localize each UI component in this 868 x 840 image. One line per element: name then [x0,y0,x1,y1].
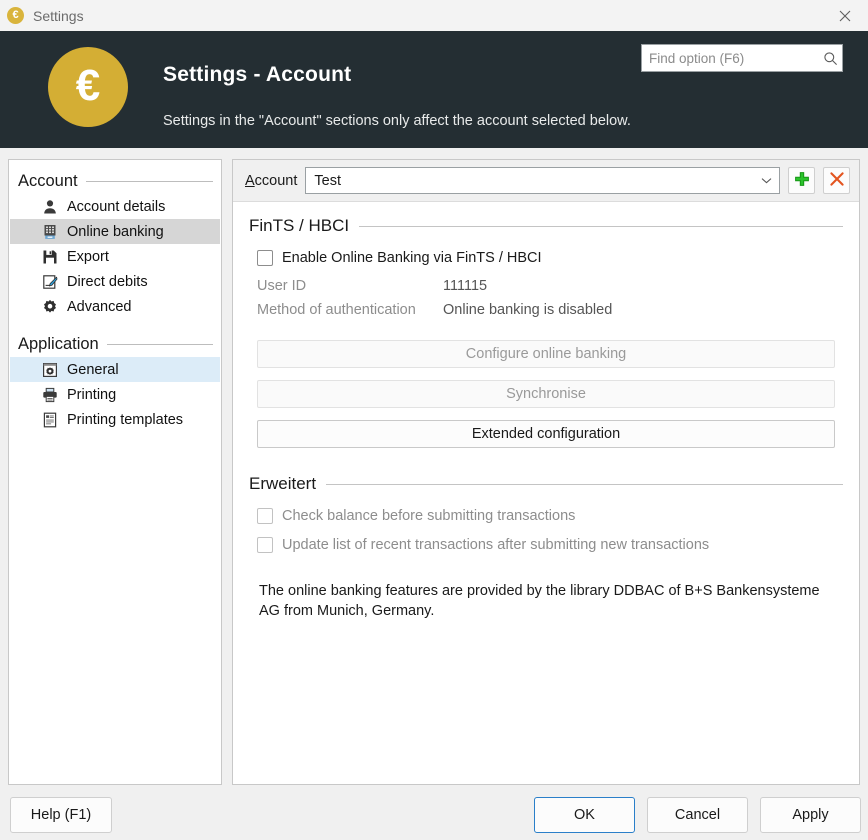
divider [106,343,213,345]
cancel-button[interactable]: Cancel [647,797,748,833]
account-dropdown-value: Test [314,172,341,189]
window-title: Settings [33,7,84,24]
search-input[interactable] [642,45,818,71]
synchronise-button[interactable]: Synchronise [257,380,835,408]
configure-online-banking-button[interactable]: Configure online banking [257,340,835,368]
enable-online-banking-row[interactable]: Enable Online Banking via FinTS / HBCI [249,250,843,266]
sidebar-item-online-banking[interactable]: Online banking [10,219,220,244]
sidebar-item-general[interactable]: General [10,357,220,382]
divider [359,225,843,227]
ok-button[interactable]: OK [534,797,635,833]
sidebar-item-printing[interactable]: Printing [10,382,220,407]
add-account-button[interactable] [788,167,815,194]
floppy-disk-icon [40,247,60,267]
sidebar-group-account: Account [9,168,221,194]
sidebar-item-direct-debits[interactable]: Direct debits [10,269,220,294]
update-recent-transactions-checkbox[interactable] [257,537,273,553]
page-title: Settings - Account [163,63,352,86]
apply-button[interactable]: Apply [760,797,861,833]
section-header-erweitert: Erweitert [249,474,843,494]
sidebar-item-label: Direct debits [67,273,148,290]
search-icon[interactable] [818,51,842,66]
help-button[interactable]: Help (F1) [10,797,112,833]
account-label: Account [245,172,298,189]
printer-icon [40,385,60,405]
title-bar: € Settings [0,0,868,31]
ddbac-info-text: The online banking features are provided… [259,583,820,619]
euro-logo: € [48,47,128,127]
sidebar-item-label: Account details [67,198,166,215]
user-id-value: 111115 [443,278,488,294]
header-text-block: Settings - Account Settings in the "Acco… [163,63,631,129]
user-id-key: User ID [257,278,307,294]
sidebar-item-printing-templates[interactable]: Printing templates [10,407,220,432]
section-header-fints: FinTS / HBCI [249,216,843,236]
check-balance-row[interactable]: Check balance before submitting transact… [249,508,843,524]
sidebar-item-account-details[interactable]: Account details [10,194,220,219]
content-area: Account Account details Online banking E… [0,148,868,796]
panel-body: FinTS / HBCI Enable Online Banking via F… [233,202,859,621]
sidebar-item-label: Printing [67,386,117,403]
chevron-down-icon [760,176,773,185]
check-balance-checkbox[interactable] [257,508,273,524]
extended-configuration-button[interactable]: Extended configuration [257,420,835,448]
gear-icon [40,297,60,317]
document-lines-icon [40,410,60,430]
sidebar-item-label: Advanced [67,298,132,315]
auth-method-key: Method of authentication [257,302,416,318]
page-subtitle: Settings in the "Account" sections only … [163,113,631,129]
divider [326,483,843,485]
divider [85,180,213,182]
sidebar-group-application: Application [9,331,221,357]
auth-method-row: Method of authentication Online banking … [249,298,843,322]
enable-online-banking-checkbox[interactable] [257,250,273,266]
card-reader-icon [40,222,60,242]
section-title: Erweitert [249,474,317,493]
sidebar-item-label: Online banking [67,223,164,240]
enable-online-banking-label: Enable Online Banking via FinTS / HBCI [282,250,542,266]
close-icon[interactable] [822,0,868,31]
sidebar-item-label: Export [67,248,109,265]
sidebar-item-advanced[interactable]: Advanced [10,294,220,319]
document-pencil-icon [40,272,60,292]
delete-account-button[interactable] [823,167,850,194]
sidebar-item-export[interactable]: Export [10,244,220,269]
sidebar-group-label: Application [18,334,99,353]
user-icon [40,197,60,217]
section-title: FinTS / HBCI [249,216,350,235]
auth-method-value: Online banking is disabled [443,302,613,318]
window-gear-icon [40,360,60,380]
plus-icon [794,171,810,190]
update-recent-transactions-row[interactable]: Update list of recent transactions after… [249,537,843,553]
user-id-row: User ID 111115 [249,274,843,298]
dialog-footer: Help (F1) OK Cancel Apply [0,796,868,840]
page-header: € Settings - Account Settings in the "Ac… [0,31,868,148]
settings-panel: Account Test FinTS / HBCI Enable Online … [232,159,860,785]
x-icon [829,171,845,190]
sidebar-group-label: Account [18,171,78,190]
sidebar-item-label: General [67,361,119,378]
euro-logo-glyph: € [75,60,101,110]
account-selector-bar: Account Test [233,160,859,202]
check-balance-label: Check balance before submitting transact… [282,508,576,524]
sidebar-item-label: Printing templates [67,411,184,428]
find-option-search[interactable] [641,44,843,72]
settings-sidebar: Account Account details Online banking E… [8,159,222,785]
update-recent-transactions-label: Update list of recent transactions after… [282,537,710,553]
euro-coin-icon: € [7,7,24,24]
account-dropdown[interactable]: Test [305,167,780,194]
